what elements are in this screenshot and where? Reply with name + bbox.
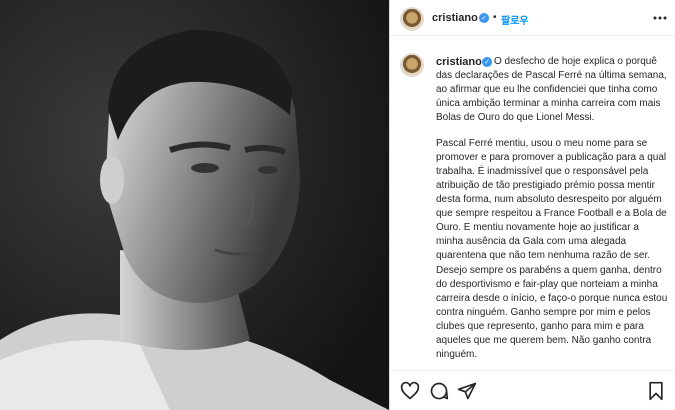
share-icon[interactable] [457, 381, 477, 401]
bookmark-icon[interactable] [646, 381, 666, 401]
caption-paragraph-2: Pascal Ferré mentiu, usou o meu nome par… [436, 138, 667, 261]
comment-icon[interactable] [429, 381, 449, 401]
post-photo[interactable] [0, 0, 389, 410]
caption-paragraph-3: Desejo sempre os parabéns a quem ganha, … [436, 265, 668, 360]
separator-dot: • [493, 12, 497, 23]
post-header: cristiano ✓ • 팔로우 [390, 0, 675, 36]
heart-icon[interactable] [400, 381, 420, 401]
caption-paragraph-1: O desfecho de hoje explica o porquê das … [436, 56, 667, 123]
caption-avatar[interactable] [401, 54, 423, 76]
follow-button[interactable]: 팔로우 [501, 12, 529, 27]
verified-badge-icon: ✓ [479, 13, 489, 23]
avatar[interactable] [401, 8, 423, 30]
caption-area: cristiano ✓ O desfecho de hoje explica o… [390, 44, 675, 374]
more-options-icon[interactable] [652, 10, 668, 26]
portrait-image [0, 0, 389, 410]
instagram-post: cristiano ✓ • 팔로우 cristiano ✓ O desfecho… [0, 0, 675, 410]
post-sidebar: cristiano ✓ • 팔로우 cristiano ✓ O desfecho… [389, 0, 675, 410]
header-username[interactable]: cristiano [432, 12, 478, 24]
action-bar [390, 370, 675, 410]
